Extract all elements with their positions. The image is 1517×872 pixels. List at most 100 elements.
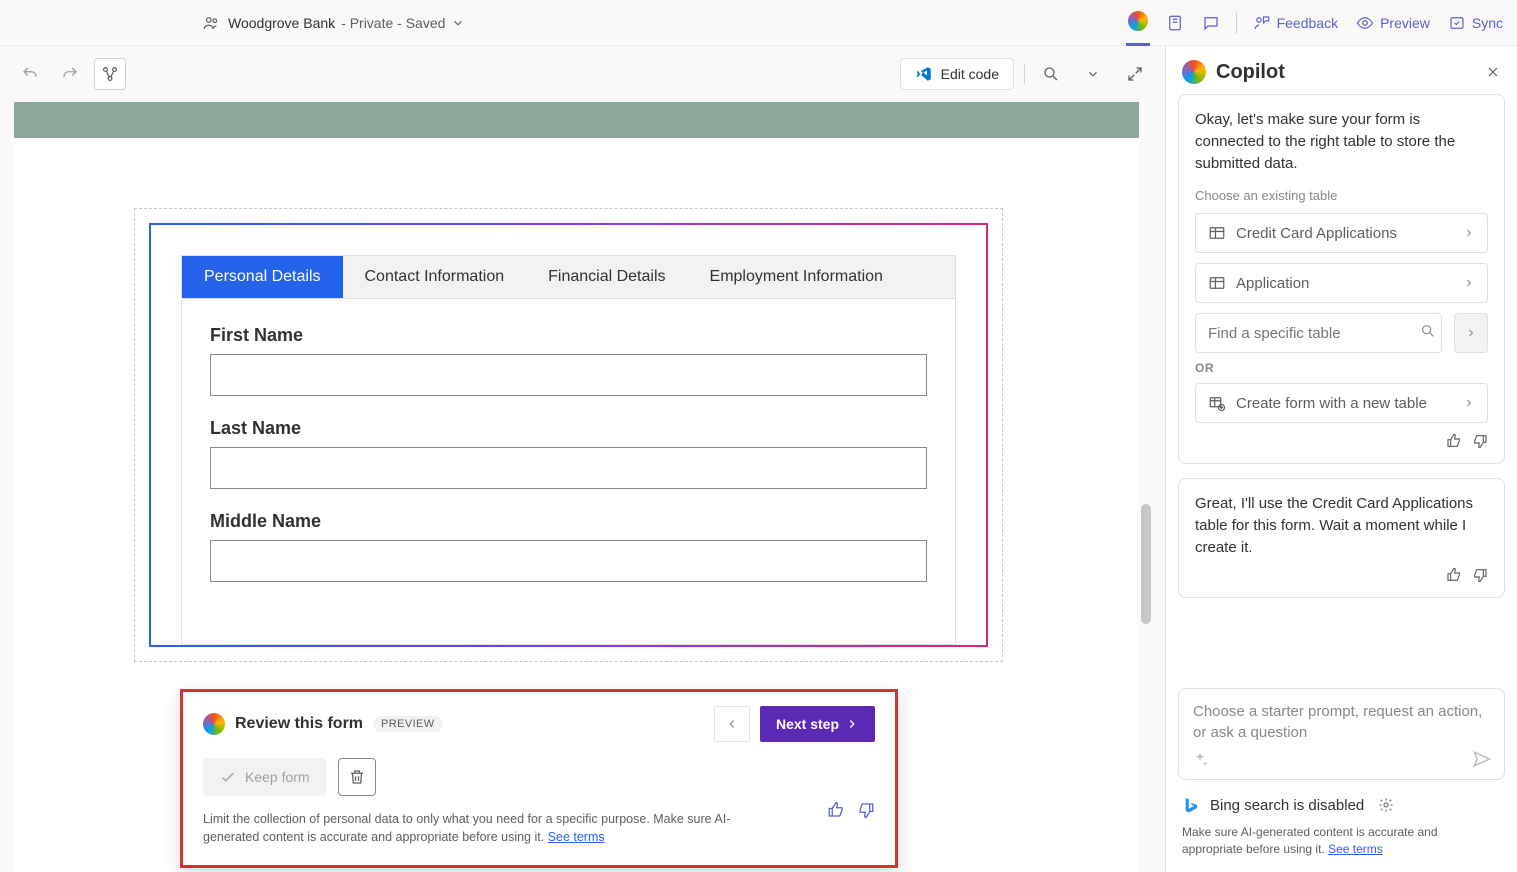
thumbs-up-icon[interactable]: [827, 801, 845, 819]
flow-icon: [101, 65, 119, 83]
preview-button[interactable]: Preview: [1354, 0, 1432, 46]
chevron-down-icon: [1086, 67, 1100, 81]
tab-personal-details[interactable]: Personal Details: [182, 256, 343, 298]
copilot-composer[interactable]: Choose a starter prompt, request an acti…: [1178, 688, 1505, 780]
composer-placeholder: Choose a starter prompt, request an acti…: [1193, 701, 1490, 743]
document-title[interactable]: Woodgrove Bank - Private - Saved: [228, 15, 465, 31]
input-first-name[interactable]: [210, 354, 927, 396]
tab-financial-details[interactable]: Financial Details: [526, 256, 687, 298]
find-table-input[interactable]: [1195, 313, 1442, 353]
copilot-messages[interactable]: Okay, let's make sure your form is conne…: [1166, 94, 1517, 684]
canvas-toolbar: Edit code: [0, 46, 1165, 102]
feedback-button[interactable]: Feedback: [1251, 0, 1340, 46]
see-terms-link[interactable]: See terms: [1328, 842, 1383, 856]
chevron-right-icon: [1463, 227, 1475, 239]
input-middle-name[interactable]: [210, 540, 927, 582]
table-icon: [1208, 274, 1226, 292]
next-step-button[interactable]: Next step: [760, 706, 875, 742]
search-icon: [1420, 323, 1436, 339]
bing-icon: [1182, 796, 1200, 814]
zoom-dropdown[interactable]: [1077, 58, 1109, 90]
find-table-go[interactable]: [1454, 313, 1488, 353]
note-icon: [1166, 14, 1184, 32]
review-form-popover: Review this form PREVIEW Next step Keep …: [180, 689, 898, 869]
tab-contact-information[interactable]: Contact Information: [343, 256, 527, 298]
form-container[interactable]: Personal Details Contact Information Fin…: [134, 208, 1003, 662]
copilot-message: Great, I'll use the Credit Card Applicat…: [1178, 478, 1505, 597]
or-label: OR: [1195, 361, 1488, 375]
field-middle-name: Middle Name: [210, 511, 927, 582]
page-header-band: [14, 102, 1139, 138]
person-feedback-icon: [1253, 14, 1271, 32]
copilot-icon: [1182, 60, 1206, 84]
copilot-panel: Copilot Okay, let's make sure your form …: [1165, 46, 1517, 872]
app-header: Woodgrove Bank - Private - Saved Feedbac…: [0, 0, 1517, 46]
prev-step-button[interactable]: [714, 706, 750, 742]
thumbs-up-icon[interactable]: [1446, 433, 1462, 449]
chat-tab[interactable]: [1200, 0, 1222, 46]
separator: [1236, 12, 1237, 34]
undo-button[interactable]: [14, 58, 46, 90]
sync-button[interactable]: Sync: [1446, 0, 1505, 46]
canvas-area: Edit code Personal Details Contact Infor…: [0, 46, 1165, 872]
check-icon: [219, 768, 237, 786]
tab-employment-information[interactable]: Employment Information: [688, 256, 905, 298]
fullscreen-button[interactable]: [1119, 58, 1151, 90]
thumbs-down-icon[interactable]: [1472, 433, 1488, 449]
message-text: Okay, let's make sure your form is conne…: [1195, 109, 1488, 174]
thumbs-down-icon[interactable]: [1472, 567, 1488, 583]
components-button[interactable]: [94, 58, 126, 90]
close-icon: [1485, 64, 1501, 80]
thumbs-up-icon[interactable]: [1446, 567, 1462, 583]
table-icon: [1208, 224, 1226, 242]
vertical-scrollbar[interactable]: [1141, 106, 1155, 860]
chevron-right-icon: [845, 717, 859, 731]
form-tabs: Personal Details Contact Information Fin…: [181, 255, 956, 299]
sparkle-icon[interactable]: [1191, 751, 1209, 769]
thumbs-down-icon[interactable]: [857, 801, 875, 819]
scrollbar-thumb[interactable]: [1141, 504, 1151, 624]
sync-icon: [1448, 14, 1466, 32]
delete-form-button[interactable]: [338, 758, 376, 796]
chevron-left-icon: [725, 717, 739, 731]
magnifier-icon: [1042, 65, 1060, 83]
people-icon: [202, 14, 220, 32]
copilot-message: Okay, let's make sure your form is conne…: [1178, 94, 1505, 464]
copilot-footer-disclaimer: Make sure AI-generated content is accura…: [1166, 820, 1517, 872]
expand-icon: [1126, 65, 1144, 83]
copilot-tab[interactable]: [1126, 0, 1150, 46]
notes-tab[interactable]: [1164, 0, 1186, 46]
chat-icon: [1202, 14, 1220, 32]
review-disclaimer: Limit the collection of personal data to…: [203, 810, 763, 848]
eye-icon: [1356, 14, 1374, 32]
preview-badge: PREVIEW: [373, 716, 443, 732]
chevron-down-icon: [451, 16, 465, 30]
label-first-name: First Name: [210, 325, 927, 346]
form-card: Personal Details Contact Information Fin…: [149, 223, 988, 647]
field-last-name: Last Name: [210, 418, 927, 489]
redo-button[interactable]: [54, 58, 86, 90]
bing-settings-button[interactable]: [1378, 797, 1394, 813]
zoom-button[interactable]: [1035, 58, 1067, 90]
edit-code-button[interactable]: Edit code: [900, 58, 1014, 90]
create-new-table-option[interactable]: Create form with a new table: [1195, 383, 1488, 423]
see-terms-link[interactable]: See terms: [548, 830, 605, 844]
label-middle-name: Middle Name: [210, 511, 927, 532]
redo-icon: [61, 65, 79, 83]
label-last-name: Last Name: [210, 418, 927, 439]
input-last-name[interactable]: [210, 447, 927, 489]
send-button[interactable]: [1472, 749, 1492, 769]
close-panel-button[interactable]: [1485, 64, 1501, 80]
undo-icon: [21, 65, 39, 83]
trash-icon: [348, 768, 366, 786]
copilot-icon: [1128, 11, 1148, 31]
chevron-right-icon: [1463, 277, 1475, 289]
table-plus-icon: [1208, 394, 1226, 412]
table-option-credit-card[interactable]: Credit Card Applications: [1195, 213, 1488, 253]
form-fields: First Name Last Name Middle Name: [181, 299, 956, 645]
review-title: Review this form: [235, 715, 363, 733]
vscode-icon: [915, 65, 933, 83]
separator: [1024, 64, 1025, 84]
copilot-icon: [203, 713, 225, 735]
table-option-application[interactable]: Application: [1195, 263, 1488, 303]
